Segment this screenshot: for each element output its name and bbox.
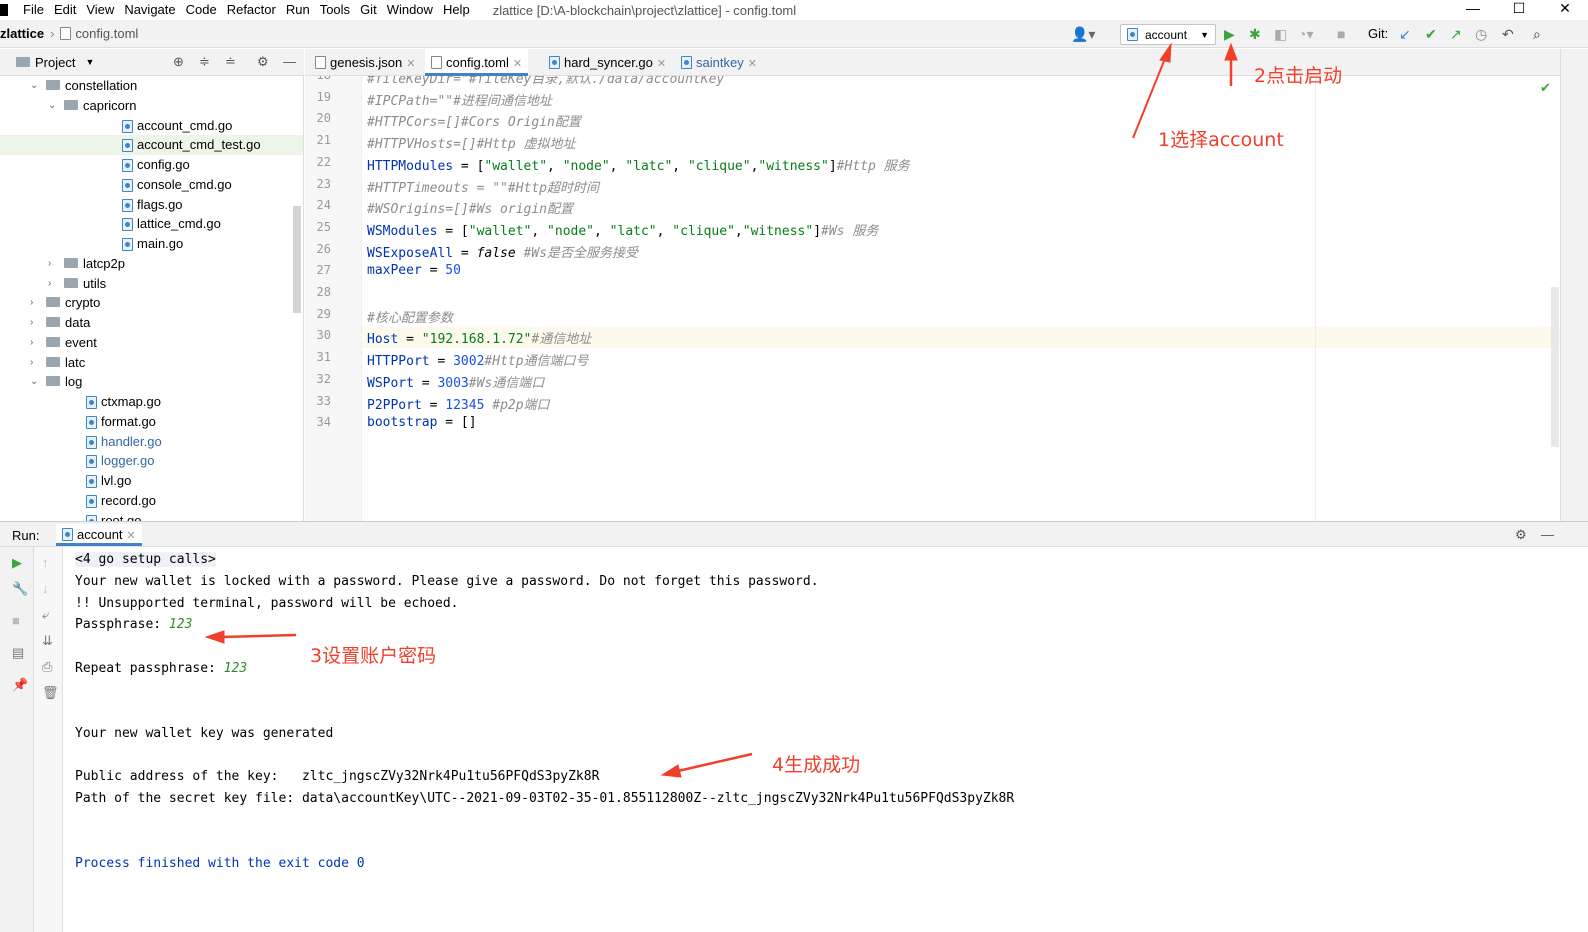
annotation-arrows [204, 42, 1238, 778]
arrow-3-head [204, 630, 225, 644]
arrow-2-head [1224, 42, 1238, 61]
arrow-3-line [221, 633, 297, 639]
arrow-4-head [660, 764, 682, 778]
arrow-1-head [1159, 42, 1172, 63]
annotation-step-3: 3设置账户密码 [310, 645, 437, 667]
annotation-step-2: 2点击启动 [1254, 65, 1343, 87]
annotation-step-1: 1选择account [1158, 129, 1284, 151]
arrow-4-line [677, 752, 753, 773]
annotation-step-4: 4生成成功 [772, 754, 861, 776]
